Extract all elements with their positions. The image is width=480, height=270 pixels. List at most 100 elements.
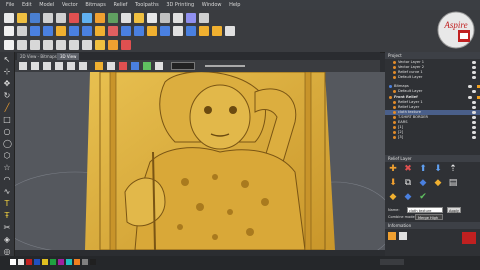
fill-icon[interactable]: ◆ (388, 192, 398, 202)
move-up-icon[interactable]: ⬆ (418, 164, 428, 174)
shade-icon[interactable] (95, 62, 103, 70)
combine-mode-select[interactable]: Merge High (415, 214, 443, 220)
layer-name-input[interactable]: cloth texture (407, 207, 443, 213)
select-icon[interactable] (4, 26, 14, 36)
draw-line-icon[interactable]: ╱ (3, 104, 11, 112)
view-top-icon[interactable] (17, 40, 27, 50)
text-tool-icon[interactable]: T (3, 200, 11, 208)
tick-icon[interactable]: ✔ (418, 192, 428, 202)
opacity-slider[interactable] (205, 65, 245, 67)
layer-up-icon[interactable]: ⇡ (448, 164, 458, 174)
menu-bitmaps[interactable]: Bitmaps (85, 0, 106, 10)
menu-relief[interactable]: Relief (113, 0, 127, 10)
offset-icon[interactable] (212, 26, 222, 36)
view-front-small-icon[interactable] (43, 62, 51, 70)
measure-icon[interactable] (186, 13, 196, 23)
cut-icon[interactable] (82, 13, 92, 23)
smooth-icon[interactable] (134, 26, 144, 36)
view-right-small-icon[interactable] (67, 62, 75, 70)
color-swatch[interactable] (66, 259, 72, 265)
menu-help[interactable]: Help (229, 0, 240, 10)
material-shade-icon[interactable] (155, 62, 163, 70)
view-bottom-icon[interactable] (82, 40, 92, 50)
render-icon[interactable] (121, 40, 131, 50)
3d-viewport[interactable] (15, 72, 385, 250)
light-icon[interactable] (95, 40, 105, 50)
move-down-icon[interactable]: ⬇ (433, 164, 443, 174)
undo-icon[interactable] (43, 13, 53, 23)
menu-toolpaths[interactable]: Toolpaths (135, 0, 159, 10)
relief-subtract-icon[interactable] (69, 26, 79, 36)
menu-vector[interactable]: Vector (62, 0, 78, 10)
delete-icon[interactable] (69, 13, 79, 23)
show-toolpaths-icon[interactable] (143, 62, 151, 70)
pointer-icon[interactable]: ↖ (3, 56, 11, 64)
color-swatch[interactable] (18, 259, 24, 265)
rotate-icon[interactable]: ↻ (3, 92, 11, 100)
text-on-curve-icon[interactable]: Ŧ (3, 212, 11, 220)
menu-model[interactable]: Model (39, 0, 54, 10)
subscribe-badge-icon[interactable] (462, 232, 476, 244)
new-file-icon[interactable] (4, 13, 14, 23)
arc-icon[interactable]: ◠ (3, 176, 11, 184)
slice-icon[interactable] (186, 26, 196, 36)
wave-icon[interactable]: ◆ (403, 192, 413, 202)
relief-model[interactable] (85, 72, 335, 250)
relief-reset-icon[interactable] (108, 26, 118, 36)
tilt-icon[interactable] (173, 26, 183, 36)
clear-icon[interactable] (225, 26, 235, 36)
redo-icon[interactable] (56, 13, 66, 23)
view-back-icon[interactable] (43, 40, 53, 50)
offset-tool-icon[interactable]: ◎ (3, 248, 11, 256)
view-left-small-icon[interactable] (55, 62, 63, 70)
tree-item[interactable]: [3] (385, 135, 480, 140)
trim-icon[interactable]: ✂ (3, 224, 11, 232)
material-color-swatch[interactable] (171, 62, 195, 70)
copy-icon[interactable] (95, 13, 105, 23)
texture-icon[interactable] (147, 26, 157, 36)
show-relief-icon[interactable] (131, 62, 139, 70)
color-swatch[interactable] (42, 259, 48, 265)
relief-lowest-icon[interactable] (82, 26, 92, 36)
sculpt-icon[interactable] (121, 26, 131, 36)
grid-icon[interactable] (160, 13, 170, 23)
save-icon[interactable] (30, 13, 40, 23)
view-iso-icon[interactable] (4, 40, 14, 50)
view-back-small-icon[interactable] (79, 62, 87, 70)
tree-item[interactable]: Default Layer (385, 89, 480, 94)
view-front-icon[interactable] (30, 40, 40, 50)
color-swatch[interactable] (58, 259, 64, 265)
spline-icon[interactable]: ∿ (3, 188, 11, 196)
menu-edit[interactable]: Edit (22, 0, 32, 10)
node-edit-icon[interactable] (199, 13, 209, 23)
delete-layer-icon[interactable]: ✖ (403, 164, 413, 174)
show-vectors-icon[interactable] (119, 62, 127, 70)
zoom-icon[interactable] (121, 13, 131, 23)
transform-icon[interactable] (17, 26, 27, 36)
color-swatch[interactable] (74, 259, 80, 265)
pan-icon[interactable]: ✥ (3, 80, 11, 88)
material-icon[interactable] (108, 40, 118, 50)
paste-layer-icon[interactable]: ▤ (448, 178, 458, 188)
tab-3d-view[interactable]: 3D View (57, 53, 80, 60)
menu-file[interactable]: File (6, 0, 14, 10)
polygon-icon[interactable]: ⬡ (3, 152, 11, 160)
relief-merge-icon[interactable] (56, 26, 66, 36)
bake-icon[interactable] (199, 26, 209, 36)
relief-shape-icon[interactable] (30, 26, 40, 36)
relief-gold-icon[interactable]: ◆ (433, 178, 443, 188)
tree-item[interactable]: Default Layer (385, 75, 480, 80)
menu-3d-printing[interactable]: 3D Printing (166, 0, 194, 10)
wireframe-icon[interactable] (107, 62, 115, 70)
paste-icon[interactable] (108, 13, 118, 23)
color-swatch[interactable] (26, 259, 32, 265)
view-right-icon[interactable] (69, 40, 79, 50)
rectangle-icon[interactable]: □ (3, 116, 11, 124)
layer-down-icon[interactable]: ⬇ (388, 178, 398, 188)
text-icon[interactable] (134, 13, 144, 23)
open-folder-icon[interactable] (17, 13, 27, 23)
view-iso-small-icon[interactable] (19, 62, 27, 70)
settings-icon[interactable] (147, 13, 157, 23)
relief-add-icon[interactable] (43, 26, 53, 36)
add-layer-icon[interactable]: ✚ (388, 164, 398, 174)
